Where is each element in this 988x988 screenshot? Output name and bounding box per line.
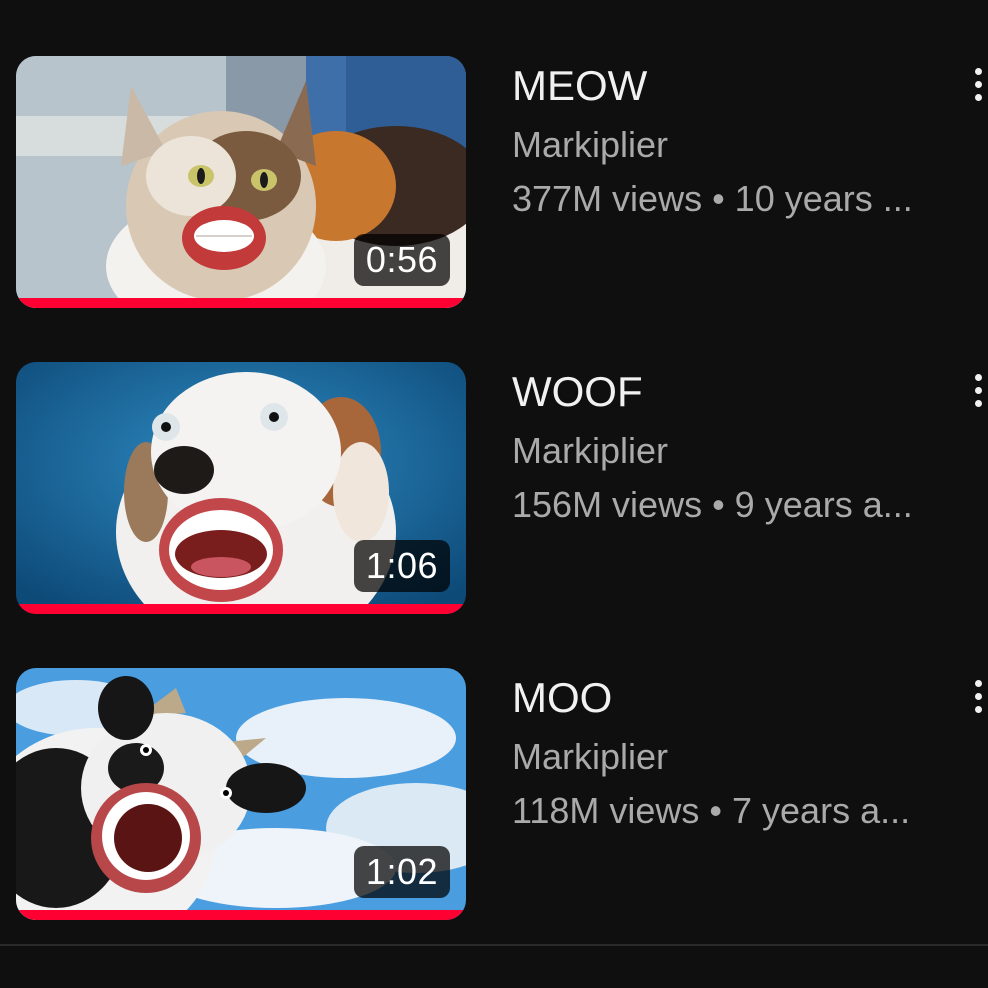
video-title[interactable]: MEOW (512, 60, 932, 112)
video-item-moo[interactable]: 1:02 MOO Markiplier 118M views • 7 years… (0, 668, 988, 920)
more-vertical-icon[interactable] (974, 676, 988, 716)
video-item-woof[interactable]: 1:06 WOOF Markiplier 156M views • 9 year… (0, 362, 988, 614)
video-title[interactable]: WOOF (512, 366, 932, 418)
video-stats: 156M views • 9 years a... (512, 484, 913, 525)
watch-progress-bar (16, 910, 466, 920)
watch-progress-fill (16, 910, 466, 920)
channel-name[interactable]: Markiplier (512, 430, 932, 472)
video-meta: MEOW Markiplier 377M views • 10 years ..… (512, 60, 932, 220)
video-duration: 1:06 (353, 540, 450, 592)
more-vertical-icon[interactable] (974, 64, 988, 104)
video-duration: 0:56 (353, 234, 450, 286)
channel-name[interactable]: Markiplier (512, 736, 932, 778)
list-divider (0, 944, 988, 946)
video-thumbnail[interactable]: 1:02 (16, 668, 466, 920)
channel-name[interactable]: Markiplier (512, 124, 932, 166)
video-meta: WOOF Markiplier 156M views • 9 years a..… (512, 366, 932, 526)
more-vertical-icon[interactable] (974, 370, 988, 410)
video-thumbnail[interactable]: 1:06 (16, 362, 466, 614)
video-thumbnail[interactable]: 0:56 (16, 56, 466, 308)
watch-progress-fill (16, 604, 466, 614)
video-title[interactable]: MOO (512, 672, 932, 724)
watch-progress-bar (16, 298, 466, 308)
video-stats: 118M views • 7 years a... (512, 790, 911, 831)
watch-progress-fill (16, 298, 466, 308)
video-meta: MOO Markiplier 118M views • 7 years a... (512, 672, 932, 832)
video-stats: 377M views • 10 years ... (512, 178, 913, 219)
watch-progress-bar (16, 604, 466, 614)
video-list: 0:56 MEOW Markiplier 377M views • 10 yea… (0, 0, 988, 988)
video-duration: 1:02 (353, 846, 450, 898)
video-item-meow[interactable]: 0:56 MEOW Markiplier 377M views • 10 yea… (0, 56, 988, 308)
